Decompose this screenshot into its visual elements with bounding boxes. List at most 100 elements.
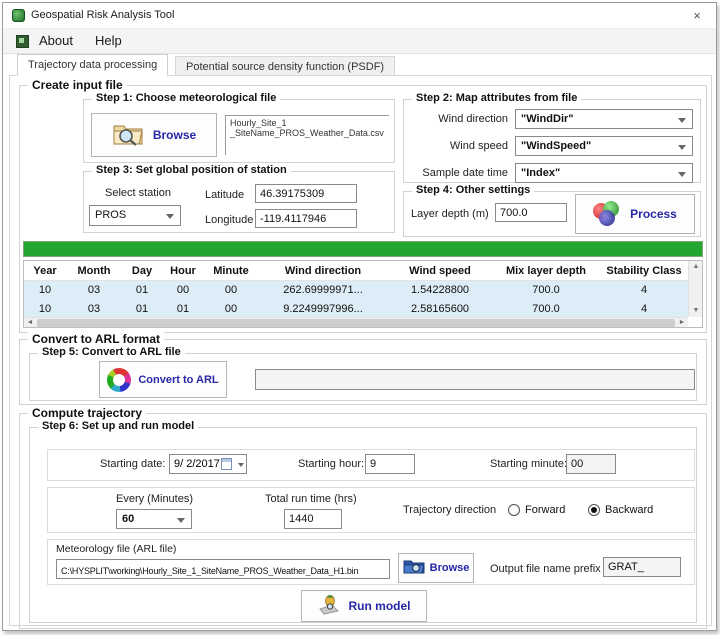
horizontal-scrollbar[interactable]: ◄ ►: [24, 317, 688, 327]
table-header-cell: Day: [122, 261, 162, 280]
met-file-name-line1: Hourly_Site_1: [230, 118, 389, 128]
total-run-time-input[interactable]: [284, 509, 342, 529]
table-cell: 4: [600, 281, 688, 300]
backward-radio[interactable]: [588, 504, 600, 516]
wind-speed-select[interactable]: "WindSpeed": [515, 136, 693, 156]
titlebar: Geospatial Risk Analysis Tool ×: [3, 3, 716, 29]
table-header-cell: Wind speed: [388, 261, 492, 280]
longitude-label: Longitude: [205, 214, 253, 226]
about-menu-icon: [16, 35, 29, 48]
process-button-label: Process: [630, 207, 677, 221]
every-minutes-value: 60: [122, 513, 134, 525]
sample-date-time-value: "Index": [521, 167, 560, 179]
station-value: PROS: [95, 209, 126, 221]
backward-radio-label[interactable]: Backward: [605, 504, 653, 516]
convert-button-label: Convert to ARL: [138, 374, 218, 386]
layer-depth-label: Layer depth (m): [411, 208, 489, 220]
calendar-icon: [221, 458, 232, 470]
browse-arl-file-button[interactable]: Browse: [398, 553, 474, 583]
blue-folder-icon: [403, 557, 425, 580]
scroll-up-icon[interactable]: ▲: [689, 261, 703, 273]
sample-date-time-select[interactable]: "Index": [515, 163, 693, 183]
scroll-right-icon[interactable]: ►: [676, 318, 688, 328]
table-cell: 01: [122, 281, 162, 300]
scroll-left-icon[interactable]: ◄: [24, 318, 36, 328]
chevron-down-icon: [238, 463, 244, 467]
browse-arl-button-label: Browse: [430, 562, 470, 574]
wind-direction-label: Wind direction: [408, 113, 508, 125]
app-logo-icon: [12, 9, 25, 22]
menu-help[interactable]: Help: [91, 33, 126, 48]
step6-title: Step 6: Set up and run model: [38, 420, 198, 432]
table-body: 1003010000262.69999971...1.54228800700.0…: [24, 281, 688, 319]
table-cell: 03: [66, 281, 122, 300]
convert-group-title: Convert to ARL format: [28, 332, 164, 346]
menu-about[interactable]: About: [35, 33, 77, 48]
wind-direction-value: "WindDir": [521, 113, 574, 125]
table-header-cell: Mix layer depth: [492, 261, 600, 280]
starting-date-label: Starting date:: [100, 458, 165, 470]
run-model-icon: [318, 593, 342, 620]
color-circles-icon: [593, 201, 623, 227]
tab-psdf[interactable]: Potential source density function (PSDF): [175, 56, 395, 76]
compute-group-title: Compute trajectory: [28, 406, 146, 420]
tab-trajectory-data-processing[interactable]: Trajectory data processing: [17, 54, 168, 76]
table-header-cell: Year: [24, 261, 66, 280]
step3-title: Step 3: Set global position of station: [92, 164, 291, 176]
table-cell: 262.69999971...: [258, 281, 388, 300]
starting-minute-label: Starting minute:: [490, 458, 567, 470]
starting-hour-input[interactable]: [365, 454, 415, 474]
every-minutes-label: Every (Minutes): [116, 493, 193, 505]
table-header-cell: Minute: [204, 261, 258, 280]
convert-to-arl-button[interactable]: Convert to ARL: [99, 361, 227, 398]
scroll-down-icon[interactable]: ▼: [689, 305, 703, 317]
table-cell: 10: [24, 281, 66, 300]
menubar: About Help: [3, 29, 716, 54]
table-cell: 00: [204, 281, 258, 300]
table-header-cell: Stability Class: [600, 261, 688, 280]
chevron-down-icon: [678, 145, 686, 150]
table-cell: 700.0: [492, 281, 600, 300]
folder-search-icon: [112, 119, 146, 152]
station-select[interactable]: PROS: [89, 205, 181, 226]
latitude-label: Latitude: [205, 189, 244, 201]
run-model-button[interactable]: Run model: [301, 590, 427, 622]
starting-minute-input[interactable]: [566, 454, 616, 474]
starting-hour-label: Starting hour:: [298, 458, 364, 470]
wind-direction-select[interactable]: "WindDir": [515, 109, 693, 129]
step4-title: Step 4: Other settings: [412, 184, 534, 196]
trajectory-direction-label: Trajectory direction: [403, 504, 496, 516]
horizontal-scroll-thumb[interactable]: [37, 319, 675, 327]
forward-radio-label[interactable]: Forward: [525, 504, 565, 516]
output-prefix-label: Output file name prefix: [490, 563, 601, 575]
layer-depth-input[interactable]: [495, 203, 567, 222]
step2-title: Step 2: Map attributes from file: [412, 92, 581, 104]
screen: Geospatial Risk Analysis Tool × About He…: [0, 0, 720, 635]
met-file-name-line2: _SiteName_PROS_Weather_Data.csv: [230, 128, 389, 138]
process-button[interactable]: Process: [575, 194, 695, 234]
table-header-row: YearMonthDayHourMinuteWind directionWind…: [24, 261, 688, 281]
met-arl-file-input[interactable]: [56, 559, 390, 579]
total-run-time-label: Total run time (hrs): [265, 493, 357, 505]
output-prefix-input[interactable]: [603, 557, 681, 577]
browse-met-file-button[interactable]: Browse: [91, 113, 217, 157]
weather-data-table: YearMonthDayHourMinuteWind directionWind…: [23, 260, 703, 328]
latitude-input[interactable]: [255, 184, 357, 203]
table-row[interactable]: 1003010000262.69999971...1.54228800700.0…: [24, 281, 688, 300]
run-model-label: Run model: [349, 599, 411, 613]
vertical-scrollbar[interactable]: ▲ ▼: [688, 261, 702, 317]
color-ring-icon: [107, 368, 131, 392]
every-minutes-select[interactable]: 60: [116, 509, 192, 529]
longitude-input[interactable]: [255, 209, 357, 228]
step1-title: Step 1: Choose meteorological file: [92, 92, 280, 104]
met-arl-file-label: Meteorology file (ARL file): [56, 543, 176, 555]
starting-date-picker[interactable]: 9/ 2/2017: [169, 454, 247, 474]
forward-radio[interactable]: [508, 504, 520, 516]
browse-button-label: Browse: [153, 128, 196, 142]
chevron-down-icon: [177, 518, 185, 523]
chevron-down-icon: [166, 214, 174, 219]
wind-speed-label: Wind speed: [408, 140, 508, 152]
close-button[interactable]: ×: [688, 7, 706, 25]
select-station-label: Select station: [105, 187, 171, 199]
step5-title: Step 5: Convert to ARL file: [38, 346, 185, 358]
